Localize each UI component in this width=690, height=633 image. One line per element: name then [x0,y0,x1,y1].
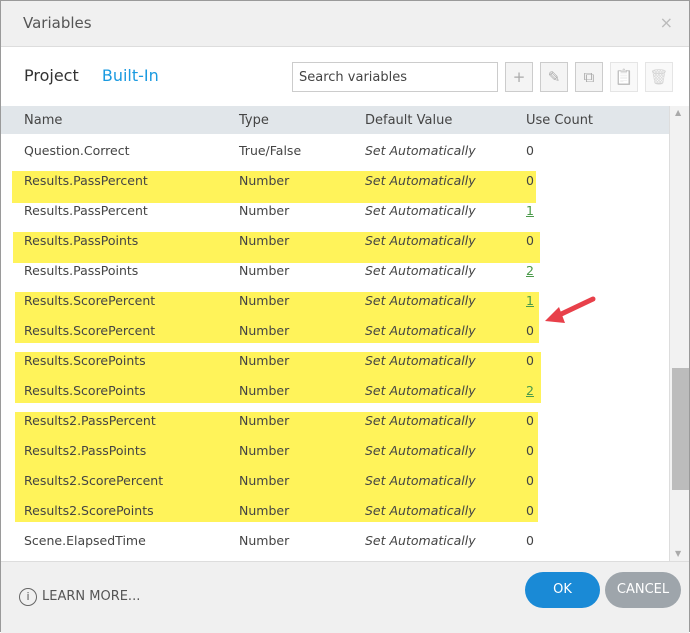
paste-icon[interactable]: 📋 [610,62,638,92]
default-value: Set Automatically [365,383,476,398]
scroll-up-icon[interactable]: ▲ [675,108,681,117]
use-count: 0 [526,503,534,518]
use-count[interactable]: 2 [526,383,534,398]
tabs: Project Built-In [24,66,177,85]
footer: i LEARN MORE... OK CANCEL [1,561,689,633]
variable-name: Results.PassPercent [24,173,148,188]
use-count: 0 [526,323,534,338]
close-icon[interactable]: × [660,13,673,32]
tab-project[interactable]: Project [24,66,79,85]
table-row[interactable]: Results.ScorePoints Number Set Automatical… [1,376,669,406]
variable-name: Scene.ElapsedTime [24,533,146,548]
variable-name: Results2.PassPoints [24,443,147,458]
scrollbar-thumb[interactable] [672,368,689,490]
table-row[interactable]: Results2.PassPoints Number Set Automatical… [1,436,669,466]
use-count: 0 [526,413,534,428]
table-row[interactable]: Results.ScorePoints Number Set Automatical… [1,346,669,376]
default-value: Set Automatically [365,413,476,428]
search-input[interactable]: Search variables [292,62,498,92]
ok-button[interactable]: OK [525,572,600,608]
variable-type: Number [239,533,290,548]
variable-type: Number [239,203,290,218]
variable-type: Number [239,383,290,398]
variable-name: Results.PassPoints [24,233,139,248]
default-value: Set Automatically [365,503,476,518]
tab-built-in[interactable]: Built-In [102,66,159,85]
column-name[interactable]: Name [24,113,62,128]
red-arrow-annotation [545,296,596,323]
edit-icon[interactable]: ✎ [540,62,568,92]
default-value: Set Automatically [365,353,476,368]
default-value: Set Automatically [365,263,476,278]
table-row[interactable]: Results.PassPoints Number Set Automaticall… [1,226,669,256]
use-count[interactable]: 1 [526,203,534,218]
variable-type: Number [239,323,290,338]
use-count[interactable]: 1 [526,293,534,308]
use-count: 0 [526,353,534,368]
variable-type: Number [239,503,290,518]
table-row[interactable]: Results2.ScorePercent Number Set Automatic… [1,466,669,496]
default-value: Set Automatically [365,173,476,188]
variable-name: Results2.ScorePercent [24,473,164,488]
variable-type: Number [239,443,290,458]
table-row[interactable]: Results.PassPercent Number Set Automatical… [1,166,669,196]
default-value: Set Automatically [365,293,476,308]
variable-name: Results.PassPercent [24,203,148,218]
variable-name: Question.Correct [24,143,130,158]
variable-type: Number [239,473,290,488]
title-bar: Variables × [1,1,689,47]
default-value: Set Automatically [365,203,476,218]
variable-name: Results.ScorePercent [24,293,156,308]
default-value: Set Automatically [365,443,476,458]
table-row[interactable]: Results.PassPercent Number Set Automatical… [1,196,669,226]
variable-name: Results.ScorePercent [24,323,156,338]
column-type[interactable]: Type [239,113,269,128]
variable-type: Number [239,233,290,248]
variable-type: Number [239,413,290,428]
variable-type: Number [239,263,290,278]
variable-name: Results.ScorePoints [24,353,146,368]
default-value: Set Automatically [365,473,476,488]
table-row[interactable]: Results2.PassPercent Number Set Automatica… [1,406,669,436]
default-value: Set Automatically [365,323,476,338]
add-icon[interactable]: + [505,62,533,92]
table-header: Name Type Default Value Use Count [1,106,669,134]
table-row[interactable]: Results2.ScorePoints Number Set Automatica… [1,496,669,526]
default-value: Set Automatically [365,143,476,158]
table-row[interactable]: Scene.ElapsedTime Number Set Automatically… [1,526,669,556]
info-icon: i [19,588,37,606]
scrollbar[interactable]: ▲ ▼ [669,106,689,561]
copy-icon[interactable]: ⧉ [575,62,603,92]
use-count: 0 [526,473,534,488]
cancel-button[interactable]: CANCEL [605,572,681,608]
default-value: Set Automatically [365,533,476,548]
variable-name: Results2.PassPercent [24,413,156,428]
learn-more-link[interactable]: i LEARN MORE... [19,588,140,606]
table-row[interactable]: Question.Correct True/False Set Automatica… [1,136,669,166]
scroll-down-icon[interactable]: ▼ [675,549,681,558]
dialog-title: Variables [23,14,92,32]
variable-name: Results.PassPoints [24,263,139,278]
table-row[interactable]: Results.PassPoints Number Set Automaticall… [1,256,669,286]
delete-icon[interactable]: 🗑 [645,62,673,92]
column-default-value[interactable]: Default Value [365,113,452,128]
column-use-count[interactable]: Use Count [526,113,593,128]
use-count: 0 [526,143,534,158]
default-value: Set Automatically [365,233,476,248]
use-count: 0 [526,173,534,188]
variable-name: Results2.ScorePoints [24,503,154,518]
learn-more-label: LEARN MORE... [42,589,141,604]
variable-type: True/False [239,143,302,158]
use-count[interactable]: 2 [526,263,534,278]
variable-name: Results.ScorePoints [24,383,146,398]
use-count: 0 [526,443,534,458]
use-count: 0 [526,233,534,248]
variable-type: Number [239,173,290,188]
variables-table: Question.Correct True/False Set Automatica… [1,136,669,556]
variable-type: Number [239,353,290,368]
use-count: 0 [526,533,534,548]
variable-type: Number [239,293,290,308]
